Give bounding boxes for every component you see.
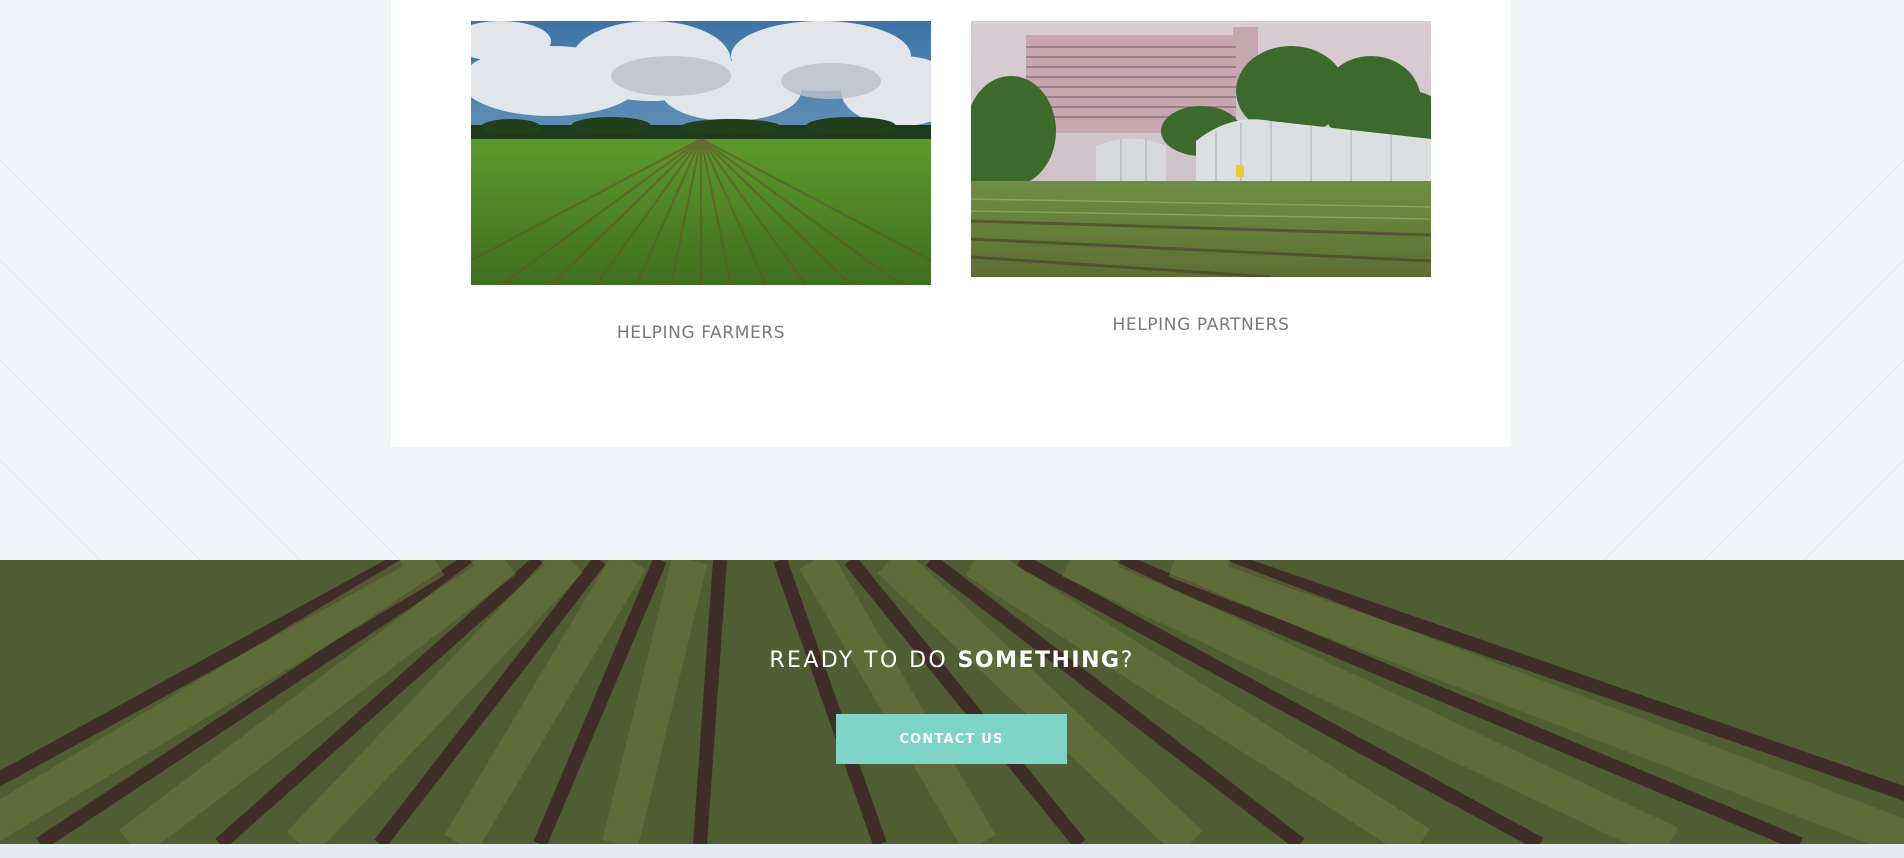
call-to-action-section: READY TO DO SOMETHING? CONTACT US xyxy=(0,560,1904,844)
cta-content: READY TO DO SOMETHING? CONTACT US xyxy=(0,560,1904,844)
cta-heading-prefix: READY TO DO xyxy=(769,648,958,673)
feature-partners-caption: HELPING PARTNERS xyxy=(1112,315,1290,335)
cta-heading-emphasis: SOMETHING xyxy=(957,648,1121,673)
feature-farmers-caption: HELPING FARMERS xyxy=(616,323,786,343)
footer-strip xyxy=(0,844,1904,858)
features-card: HELPING FARMERS HELPING PARTNERS xyxy=(391,0,1511,447)
feature-partners: HELPING PARTNERS xyxy=(971,21,1431,335)
cta-heading-suffix: ? xyxy=(1120,648,1135,673)
contact-us-button[interactable]: CONTACT US xyxy=(836,714,1067,764)
page: HELPING FARMERS HELPING PARTNERS READY T… xyxy=(0,0,1904,858)
farmers-image xyxy=(471,21,931,285)
cta-heading: READY TO DO SOMETHING? xyxy=(0,648,1904,673)
partners-image xyxy=(971,21,1431,277)
feature-farmers: HELPING FARMERS xyxy=(471,21,931,343)
